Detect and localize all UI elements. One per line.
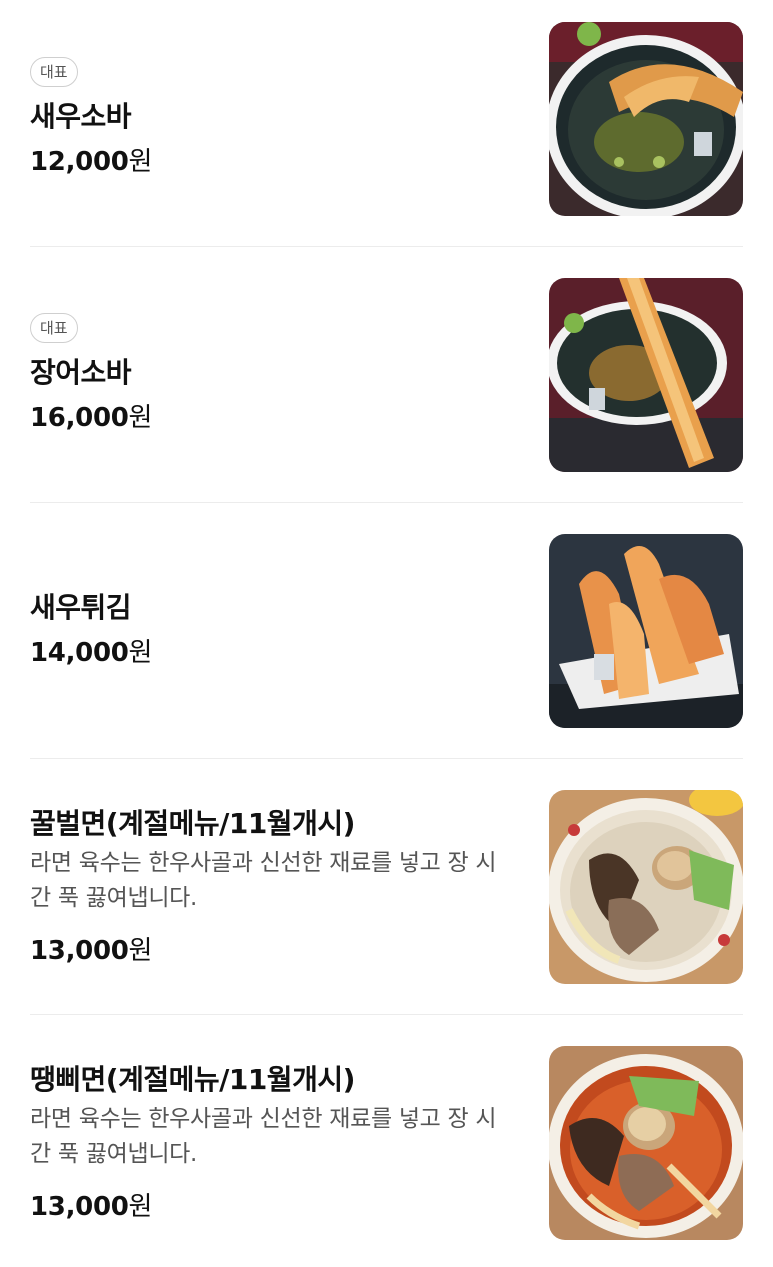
- menu-item-name: 장어소바: [30, 356, 132, 389]
- menu-item-name: 땡삐면(계절메뉴/11월개시): [30, 1063, 355, 1096]
- menu-item-photo[interactable]: [549, 534, 743, 728]
- menu-item-text: 땡삐면(계절메뉴/11월개시) 라면 육수는 한우사골과 신선한 재료를 넣고 …: [30, 1062, 510, 1224]
- menu-item-honeybee-ramen[interactable]: 꿀벌면(계절메뉴/11월개시) 라면 육수는 한우사골과 신선한 재료를 넣고 …: [30, 759, 743, 1015]
- menu-item-text: 대표 장어소바 16,000원: [30, 313, 510, 435]
- menu-item-shrimp-tempura[interactable]: 새우튀김 14,000원: [30, 503, 743, 759]
- menu-item-price: 13,000원: [30, 1190, 510, 1224]
- menu-item-price: 12,000원: [30, 145, 510, 179]
- menu-item-price: 14,000원: [30, 636, 510, 670]
- menu-item-description: 라면 육수는 한우사골과 신선한 재료를 넣고 장 시간 푹 끓여냅니다.: [30, 850, 497, 911]
- shrimp-tempura-photo: [549, 534, 743, 728]
- menu-item-photo[interactable]: [549, 790, 743, 984]
- menu-item-description: 라면 육수는 한우사골과 신선한 재료를 넣고 장 시간 푹 끓여냅니다.: [30, 1106, 497, 1167]
- menu-list: 대표 새우소바 12,000원 대표 장어소바 16,000원 새우튀김 14,…: [0, 0, 773, 1267]
- menu-item-photo[interactable]: [549, 278, 743, 472]
- signature-badge: 대표: [30, 57, 78, 87]
- menu-item-hornet-ramen[interactable]: 땡삐면(계절메뉴/11월개시) 라면 육수는 한우사골과 신선한 재료를 넣고 …: [30, 1015, 743, 1267]
- menu-item-text: 새우튀김 14,000원: [30, 590, 510, 670]
- menu-item-name: 새우튀김: [30, 591, 132, 624]
- menu-item-name: 새우소바: [30, 100, 132, 133]
- shrimp-soba-photo: [549, 22, 743, 216]
- menu-item-price: 13,000원: [30, 934, 510, 968]
- eel-soba-photo: [549, 278, 743, 472]
- menu-item-text: 꿀벌면(계절메뉴/11월개시) 라면 육수는 한우사골과 신선한 재료를 넣고 …: [30, 806, 510, 968]
- signature-badge: 대표: [30, 313, 78, 343]
- price-unit: 원: [128, 1192, 153, 1222]
- menu-item-name: 꿀벌면(계절메뉴/11월개시): [30, 807, 355, 840]
- menu-item-shrimp-soba[interactable]: 대표 새우소바 12,000원: [30, 0, 743, 247]
- price-value: 16,000: [30, 403, 129, 433]
- price-value: 14,000: [30, 638, 129, 668]
- menu-item-price: 16,000원: [30, 401, 510, 435]
- price-unit: 원: [128, 936, 153, 966]
- menu-item-text: 대표 새우소바 12,000원: [30, 57, 510, 179]
- ramen-spicy-broth-photo: [549, 1046, 743, 1240]
- price-value: 13,000: [30, 1192, 129, 1222]
- price-unit: 원: [128, 147, 153, 177]
- price-value: 12,000: [30, 147, 129, 177]
- price-value: 13,000: [30, 936, 129, 966]
- price-unit: 원: [128, 638, 153, 668]
- menu-item-photo[interactable]: [549, 1046, 743, 1240]
- menu-item-photo[interactable]: [549, 22, 743, 216]
- ramen-white-broth-photo: [549, 790, 743, 984]
- price-unit: 원: [128, 403, 153, 433]
- menu-item-eel-soba[interactable]: 대표 장어소바 16,000원: [30, 247, 743, 503]
